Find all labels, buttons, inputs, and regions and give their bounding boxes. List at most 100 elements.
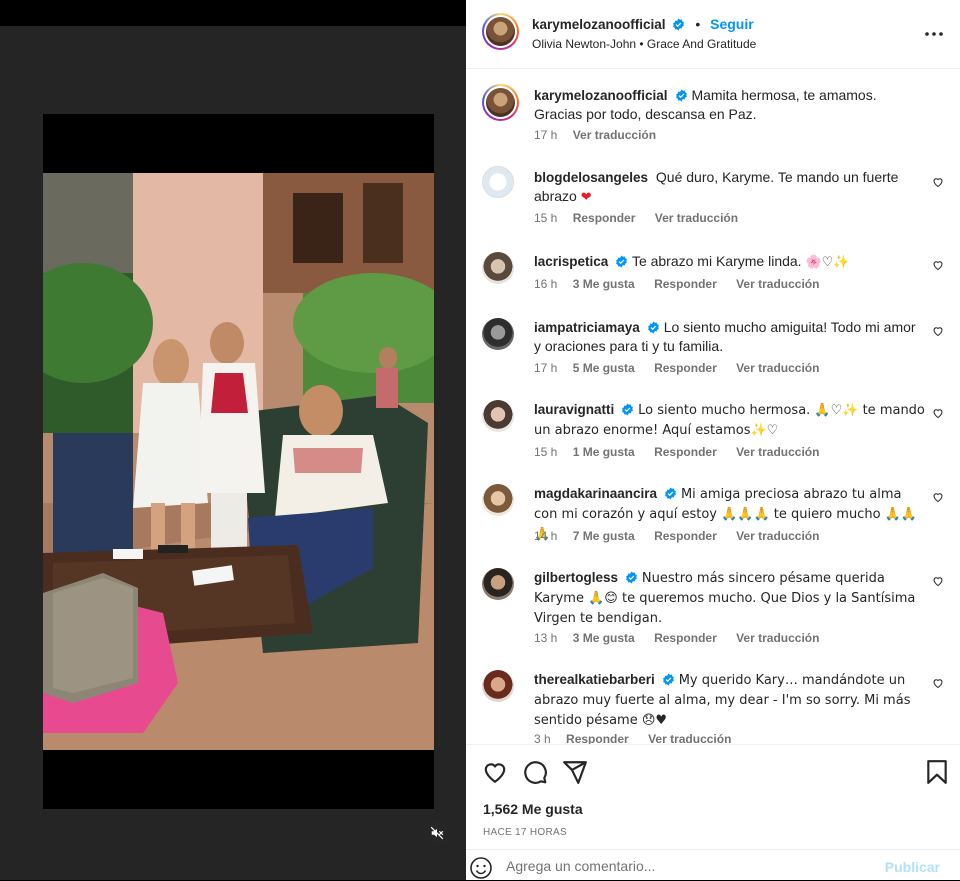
comment-likes[interactable]: 3 Me gusta <box>573 631 635 645</box>
comment-meta: 3 h Responder Ver traducción <box>534 732 747 744</box>
verified-icon <box>665 487 676 500</box>
heart-icon[interactable] <box>482 759 508 785</box>
comment-username[interactable]: therealkatiebarberi <box>534 672 655 687</box>
comment-username[interactable]: magdakarinaancira <box>534 486 657 501</box>
comment-time: 15 h <box>534 211 558 225</box>
comment-body: blogdelosangeles Qué duro, Karyme. Te ma… <box>534 168 926 207</box>
share-icon[interactable] <box>562 759 588 785</box>
verified-icon <box>647 321 659 334</box>
comment-meta: 17 h 5 Me gusta Responder Ver traducción <box>534 361 835 375</box>
reply-button[interactable]: Responder <box>654 529 717 543</box>
comment-input[interactable] <box>506 858 866 874</box>
publish-button[interactable]: Publicar <box>885 859 940 875</box>
reply-button[interactable]: Responder <box>654 361 717 375</box>
caption-translate[interactable]: Ver traducción <box>573 128 656 142</box>
verified-icon <box>616 255 628 268</box>
verified-icon <box>622 403 634 416</box>
caption-meta: 17 h Ver traducción <box>534 128 672 142</box>
video-player[interactable] <box>43 114 434 809</box>
caption-avatar[interactable] <box>482 84 519 121</box>
caption-username[interactable]: karymelozanoofficial <box>534 88 668 103</box>
comment-username[interactable]: blogdelosangeles <box>534 170 648 185</box>
translate-button[interactable]: Ver traducción <box>736 631 819 645</box>
translate-button[interactable]: Ver traducción <box>655 211 738 225</box>
author-username[interactable]: karymelozanoofficial <box>532 17 666 32</box>
likes-count[interactable]: 1,562 Me gusta <box>483 801 583 817</box>
mute-icon <box>430 826 444 840</box>
mute-button[interactable] <box>424 820 450 846</box>
more-icon <box>925 32 943 36</box>
reply-button[interactable]: Responder <box>573 211 636 225</box>
comment-username[interactable]: gilbertogless <box>534 570 618 585</box>
verified-icon <box>626 571 637 584</box>
translate-button[interactable]: Ver traducción <box>736 277 819 291</box>
verified-icon <box>675 89 687 102</box>
separator-dot: • <box>695 16 701 32</box>
comment-body: therealkatiebarberi My querido Kary… man… <box>534 670 926 730</box>
translate-button[interactable]: Ver traducción <box>736 361 819 375</box>
reply-button[interactable]: Responder <box>654 445 717 459</box>
actions-bar: 1,562 Me gusta HACE 17 HORAS Publicar <box>466 744 960 880</box>
comment-emoji: 🌸♡✨ <box>805 255 850 270</box>
comment-body: lacrispetica Te abrazo mi Karyme linda. … <box>534 252 926 272</box>
comment-time: 3 h <box>534 732 551 744</box>
commenter-avatar[interactable] <box>482 670 514 702</box>
comment-meta: 15 h 1 Me gusta Responder Ver traducción <box>534 445 835 459</box>
media-area <box>0 26 466 880</box>
follow-button[interactable]: Seguir <box>710 16 754 32</box>
caption-time: 17 h <box>534 128 558 142</box>
add-comment-bar: Publicar <box>466 849 960 881</box>
comment-icon[interactable] <box>522 759 548 785</box>
comment-meta: 13 h 3 Me gusta Responder Ver traducción <box>534 631 835 645</box>
video-frame-photo <box>43 173 434 750</box>
comments-list[interactable]: karymelozanoofficial Mamita hermosa, te … <box>466 70 960 744</box>
comment-body: gilbertogless Nuestro más sincero pésame… <box>534 568 926 628</box>
translate-button[interactable]: Ver traducción <box>736 529 819 543</box>
comment-emoji: ❤ <box>580 190 592 205</box>
verified-icon <box>673 18 685 31</box>
comment-time: 13 h <box>534 631 558 645</box>
reply-button[interactable]: Responder <box>566 732 629 744</box>
top-black-band <box>0 0 466 26</box>
like-comment-heart-icon[interactable] <box>932 176 944 188</box>
commenter-avatar[interactable] <box>482 318 514 350</box>
translate-button[interactable]: Ver traducción <box>648 732 731 744</box>
comment-time: 16 h <box>534 277 558 291</box>
comment-username[interactable]: iampatriciamaya <box>534 320 640 335</box>
verified-icon <box>662 673 674 686</box>
like-comment-heart-icon[interactable] <box>932 677 944 689</box>
comment-username[interactable]: lauravignatti <box>534 402 614 417</box>
comment-likes[interactable]: 7 Me gusta <box>573 529 635 543</box>
commenter-avatar[interactable] <box>482 568 514 600</box>
comment-likes[interactable]: 5 Me gusta <box>573 361 635 375</box>
comment-body: lauravignatti Lo siento mucho hermosa. 🙏… <box>534 400 926 440</box>
more-options-button[interactable] <box>922 22 946 46</box>
reply-button[interactable]: Responder <box>654 277 717 291</box>
post-header: karymelozanoofficial • Seguir Olivia New… <box>466 0 960 69</box>
translate-button[interactable]: Ver traducción <box>736 445 819 459</box>
comment-meta: 15 h Responder Ver traducción <box>534 211 754 225</box>
like-comment-heart-icon[interactable] <box>932 491 944 503</box>
author-avatar[interactable] <box>482 13 519 50</box>
like-comment-heart-icon[interactable] <box>932 325 944 337</box>
reply-button[interactable]: Responder <box>654 631 717 645</box>
comment-time: 14 h <box>534 529 558 543</box>
like-comment-heart-icon[interactable] <box>932 575 944 587</box>
like-comment-heart-icon[interactable] <box>932 259 944 271</box>
commenter-avatar[interactable] <box>482 252 514 284</box>
commenter-avatar[interactable] <box>482 166 514 198</box>
emoji-icon[interactable] <box>469 856 493 880</box>
comment-likes[interactable]: 1 Me gusta <box>573 445 635 459</box>
commenter-avatar[interactable] <box>482 484 514 516</box>
bookmark-icon[interactable] <box>924 759 950 785</box>
comment-time: 15 h <box>534 445 558 459</box>
comment-likes[interactable]: 3 Me gusta <box>573 277 635 291</box>
comment-meta: 16 h 3 Me gusta Responder Ver traducción <box>534 277 835 291</box>
header-user-line: karymelozanoofficial • Seguir <box>532 16 754 32</box>
comment-username[interactable]: lacrispetica <box>534 254 608 269</box>
like-comment-heart-icon[interactable] <box>932 407 944 419</box>
commenter-avatar[interactable] <box>482 400 514 432</box>
audio-label[interactable]: Olivia Newton-John • Grace And Gratitude <box>532 37 756 51</box>
comment-body: iampatriciamaya Lo siento mucho amiguita… <box>534 318 926 355</box>
post-time-ago: HACE 17 HORAS <box>483 827 567 838</box>
